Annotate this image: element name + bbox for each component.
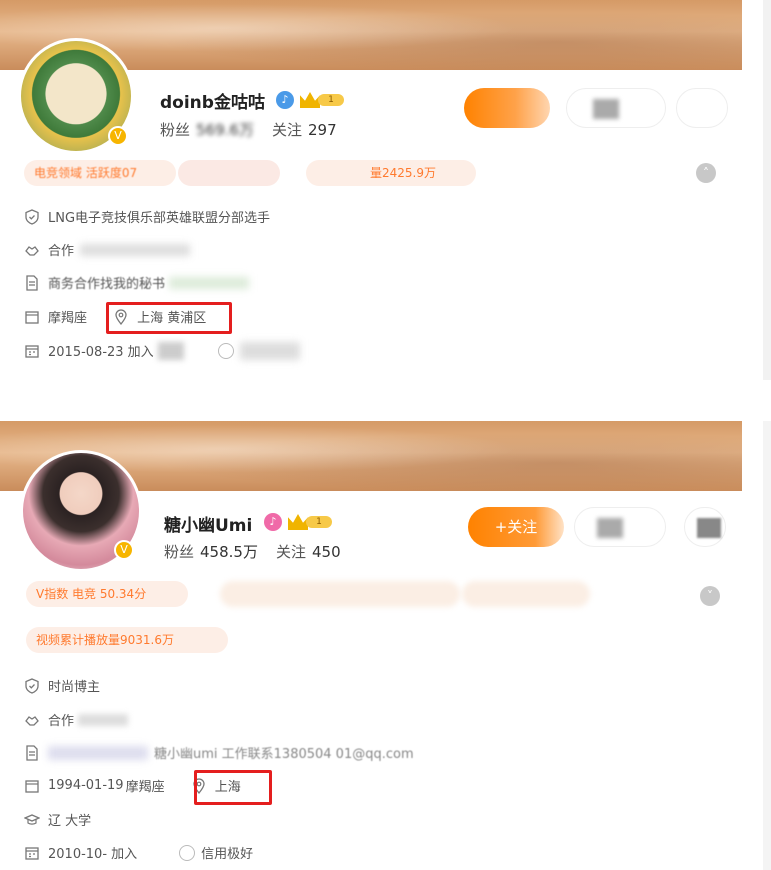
info-joined: 2010-10- 加入 信用极好 (24, 843, 253, 865)
handshake-icon (25, 245, 39, 256)
info-cooperation: 合作 (24, 240, 191, 262)
shield-icon (25, 208, 39, 225)
graduation-icon (24, 813, 40, 825)
scrollbar[interactable] (763, 0, 771, 380)
crown-icon[interactable]: 1 (300, 92, 344, 108)
follow-count[interactable]: 450 (312, 543, 341, 561)
info-school: 辽 大学 (24, 810, 91, 832)
tag-blurred[interactable] (462, 581, 590, 607)
tag-blurred[interactable] (178, 160, 280, 186)
collapse-icon[interactable]: ˅ (700, 586, 720, 606)
document-icon (26, 274, 38, 291)
crown-icon[interactable]: 1 (288, 514, 332, 530)
message-button[interactable] (566, 88, 666, 128)
follow-label: 关注 (271, 121, 302, 139)
tag-blurred[interactable] (220, 581, 460, 607)
info-joined: 2015-08-23 加入 (24, 341, 300, 363)
info-bio: LNG电子竞技俱乐部英雄联盟分部选手 (24, 207, 270, 229)
fans-count[interactable]: 569.6万 (196, 121, 254, 139)
calendar-icon (25, 310, 39, 324)
tag-views[interactable]: 量2425.9万 (306, 160, 476, 186)
follow-count[interactable]: 297 (308, 121, 337, 139)
tag-video-views[interactable]: 视频累计播放量9031.6万 (26, 627, 228, 653)
handshake-icon (25, 715, 39, 726)
tag-v-index[interactable]: V指数 电竞 50.34分 (26, 581, 188, 607)
info-cooperation: 合作 (24, 710, 129, 732)
verified-icon: V (108, 126, 128, 146)
profile-stats: 粉丝 458.5万 关注 450 (164, 541, 359, 562)
profile-stats: 粉丝 569.6万 关注 297 (160, 119, 355, 140)
highlight-location-box (106, 302, 232, 334)
shield-icon (25, 677, 39, 694)
more-button[interactable] (684, 507, 726, 547)
more-button[interactable] (676, 88, 728, 128)
calendar-icon (25, 846, 39, 860)
calendar-icon (25, 779, 39, 793)
fans-label: 粉丝 (164, 543, 195, 561)
follow-button[interactable]: +关注 (468, 507, 564, 547)
info-business: 商务合作找我的秘书 (24, 273, 250, 295)
fans-count[interactable]: 458.5万 (200, 543, 258, 561)
profile-name: 糖小幽Umi (164, 516, 253, 536)
verified-blue-icon: ♪ (276, 91, 294, 109)
info-bio: 时尚博主 (24, 676, 100, 698)
scrollbar[interactable] (763, 421, 771, 870)
calendar-icon (25, 344, 39, 358)
highlight-location-box (194, 770, 272, 805)
profile-name: doinb金咕咕 (160, 93, 265, 113)
verified-icon: V (114, 540, 134, 560)
message-button[interactable] (574, 507, 666, 547)
info-email: 糖小幽umi 工作联系1380504 01@qq.com (24, 743, 414, 765)
tag-domain[interactable]: 电竞领域 活跃度07 (24, 160, 176, 186)
document-icon (26, 744, 38, 761)
collapse-icon[interactable]: ˄ (696, 163, 716, 183)
verified-pink-icon: ♪ (264, 513, 282, 531)
follow-label: 关注 (275, 543, 306, 561)
follow-button[interactable] (464, 88, 550, 128)
fans-label: 粉丝 (160, 121, 191, 139)
